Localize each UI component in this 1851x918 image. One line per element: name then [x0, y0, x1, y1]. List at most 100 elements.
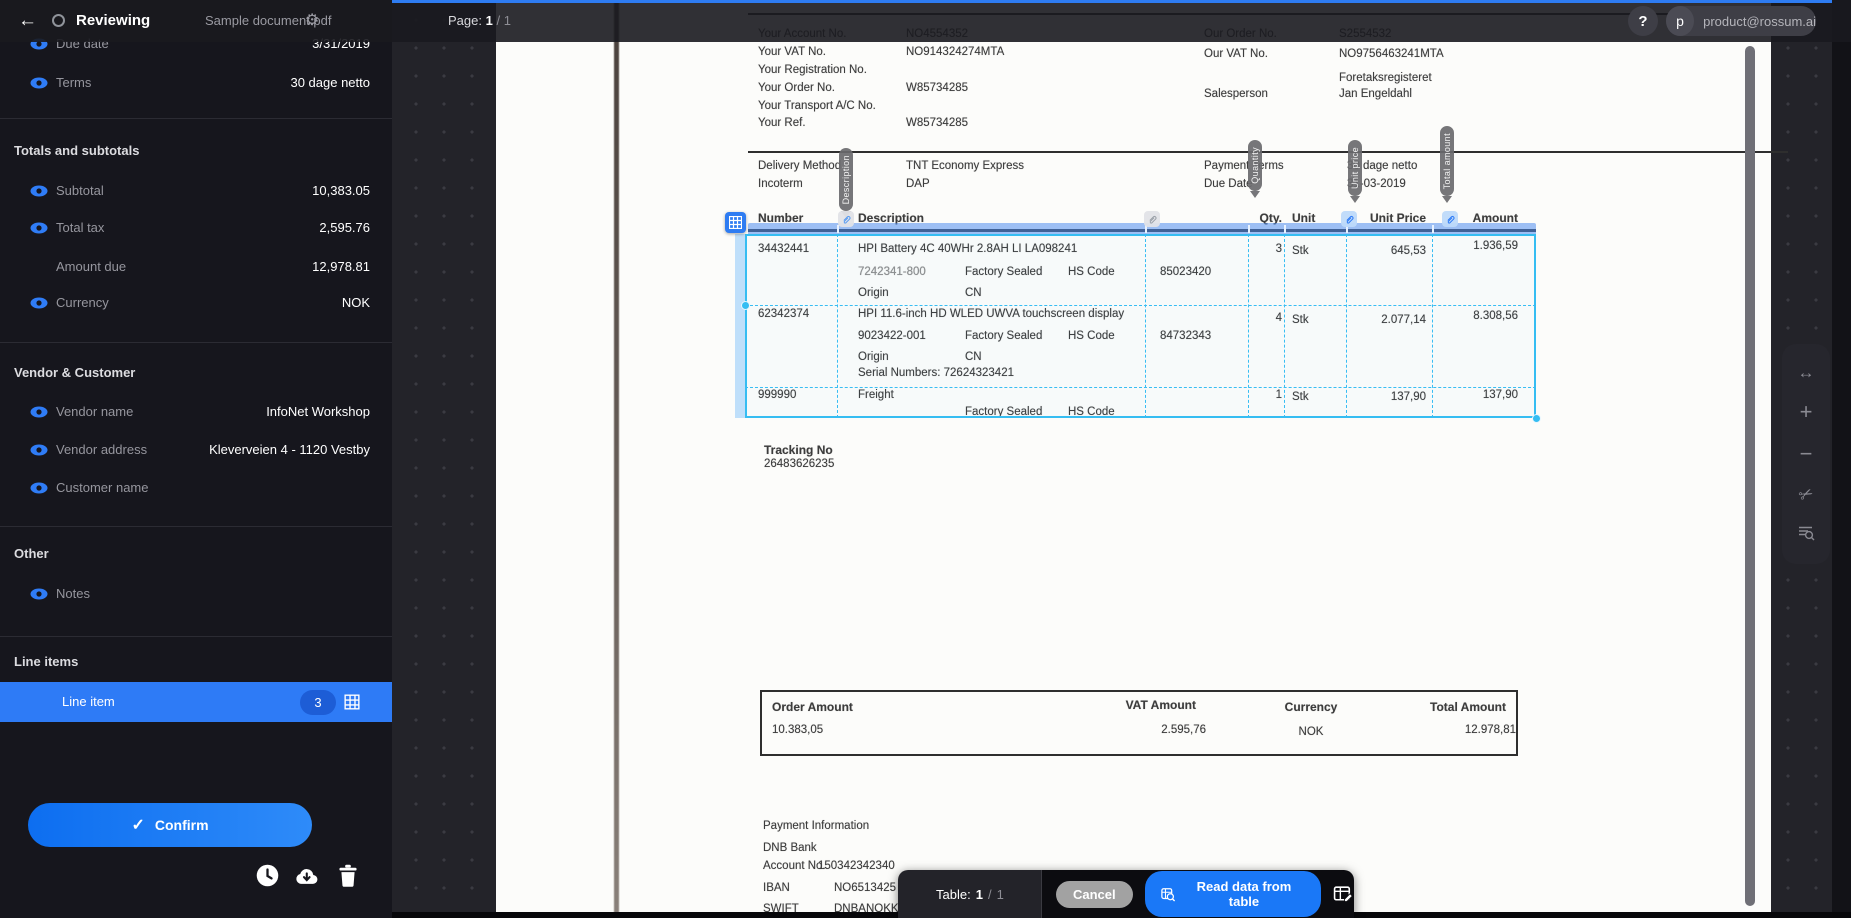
invoice-label: Your Order No.	[758, 82, 835, 94]
payment-iban: NO6513425	[834, 882, 896, 894]
column-chip-quantity[interactable]: Quantity	[1248, 140, 1262, 191]
document-page: Your Account No. NO4554352 Your VAT No. …	[496, 0, 1771, 918]
paperclip-icon[interactable]	[1341, 211, 1357, 227]
field-row-subtotal[interactable]: Subtotal 10,383.05	[0, 177, 392, 205]
table-grid-button[interactable]	[725, 212, 746, 233]
zoom-in-icon[interactable]: +	[1800, 401, 1813, 423]
snip-region-icon[interactable]: ✂	[1796, 483, 1816, 504]
confirm-button[interactable]: ✓ Confirm	[28, 803, 312, 847]
page-separator: /	[496, 13, 500, 28]
page-total: 1	[504, 13, 511, 28]
read-data-label: Read data from table	[1183, 879, 1305, 909]
totals-label: VAT Amount	[1036, 698, 1196, 712]
page-title: Reviewing	[76, 0, 150, 42]
field-row-notes[interactable]: Notes	[0, 580, 392, 608]
field-row-total-tax[interactable]: Total tax 2,595.76	[0, 214, 392, 242]
table-icon[interactable]	[344, 694, 360, 715]
invoice-value: DAP	[906, 178, 930, 190]
paperclip-icon[interactable]	[1442, 211, 1458, 227]
invoice-value: NO914324274MTA	[906, 46, 1004, 58]
column-tick	[1432, 225, 1434, 233]
user-email: product@rossum.ai	[1694, 14, 1816, 29]
field-label: Currency	[56, 289, 109, 317]
field-row-vendor-name[interactable]: Vendor name InfoNet Workshop	[0, 398, 392, 426]
column-separator[interactable]	[837, 234, 838, 418]
search-document-icon[interactable]	[1797, 523, 1815, 544]
invoice-label: Your Transport A/C No.	[758, 100, 876, 112]
row-gutter[interactable]	[735, 234, 745, 418]
table-pager-label: Table:	[936, 887, 971, 902]
row-drag-handle[interactable]	[741, 301, 750, 310]
table-toolbar: Table: 1 / 1 Cancel Read data from table	[898, 870, 1354, 918]
section-heading-other: Other	[14, 546, 49, 561]
invoice-label: Incoterm	[758, 178, 803, 190]
field-value: 2,595.76	[319, 214, 370, 242]
table-pager-current: 1	[976, 887, 983, 902]
check-icon: ✓	[131, 815, 144, 835]
column-chip-unit-price[interactable]: Unit price	[1348, 140, 1362, 196]
row-separator[interactable]	[745, 387, 1536, 388]
resize-handle[interactable]	[1532, 414, 1541, 423]
table-selection-box[interactable]	[745, 234, 1536, 418]
invoice-label: Your VAT No.	[758, 46, 826, 58]
section-heading-line-items: Line items	[14, 654, 78, 669]
cancel-button[interactable]: Cancel	[1056, 881, 1133, 908]
eye-icon	[30, 297, 48, 309]
field-row-terms[interactable]: Terms 30 dage netto	[0, 69, 392, 97]
payment-bank: DNB Bank	[763, 842, 817, 854]
column-chip-total-amount[interactable]: Total amount	[1440, 126, 1454, 196]
vertical-scrollbar[interactable]	[1745, 46, 1755, 906]
field-label: Customer name	[56, 474, 148, 502]
column-separator[interactable]	[1145, 234, 1146, 418]
eye-icon	[30, 222, 48, 234]
read-data-button[interactable]: Read data from table	[1145, 871, 1321, 917]
invoice-label: Your Ref.	[758, 117, 806, 129]
page-indicator: Page: 1 / 1	[448, 0, 511, 42]
totals-value: NOK	[1256, 726, 1366, 738]
read-table-icon	[1161, 887, 1175, 902]
eye-icon	[30, 406, 48, 418]
gear-icon[interactable]: ⚙	[305, 0, 319, 42]
totals-label: Order Amount	[772, 700, 853, 714]
invoice-rule-mid	[748, 151, 1788, 153]
field-value: 30 dage netto	[290, 69, 370, 97]
zoom-out-icon[interactable]: −	[1800, 443, 1813, 465]
column-chip-description[interactable]: Description	[839, 148, 853, 211]
postpone-clock-icon[interactable]	[256, 864, 279, 892]
paperclip-icon[interactable]	[1144, 211, 1160, 227]
field-row-amount-due[interactable]: Amount due 12,978.81	[0, 253, 392, 281]
fields-sidebar: Due date 3/31/2019 Terms 30 dage netto T…	[0, 0, 392, 918]
column-separator[interactable]	[1346, 234, 1347, 418]
field-value: 10,383.05	[312, 177, 370, 205]
payment-account-label: Account No.	[763, 860, 826, 872]
zoom-toolbar: ↔ + − ✂	[1782, 344, 1830, 564]
field-value: NOK	[342, 289, 370, 317]
confirm-label: Confirm	[155, 817, 209, 833]
field-label: Terms	[56, 69, 91, 97]
edit-table-icon[interactable]	[1333, 884, 1354, 905]
row-separator[interactable]	[745, 305, 1536, 306]
trash-icon[interactable]	[338, 864, 358, 892]
back-button[interactable]: ←	[18, 0, 37, 42]
column-separator[interactable]	[1432, 234, 1433, 418]
invoice-value: TNT Economy Express	[906, 160, 1024, 172]
document-viewer: Your Account No. NO4554352 Your VAT No. …	[392, 0, 1851, 918]
help-button[interactable]: ?	[1628, 6, 1658, 36]
paperclip-icon[interactable]	[838, 211, 854, 227]
page-fold-shadow	[614, 0, 619, 918]
page-label: Page:	[448, 13, 482, 28]
invoice-label: Delivery Method	[758, 160, 841, 172]
line-item-row[interactable]: Line item 3	[0, 682, 392, 722]
field-label: Total tax	[56, 214, 104, 242]
field-row-currency[interactable]: Currency NOK	[0, 289, 392, 317]
page-current: 1	[486, 13, 493, 28]
field-row-customer-name[interactable]: Customer name	[0, 474, 392, 502]
user-menu[interactable]: p product@rossum.ai	[1666, 6, 1816, 36]
column-separator[interactable]	[1284, 234, 1285, 418]
table-pager: Table: 1 / 1	[898, 870, 1042, 918]
fit-width-icon[interactable]: ↔	[1798, 364, 1815, 381]
download-cloud-icon[interactable]	[294, 864, 319, 892]
field-row-vendor-address[interactable]: Vendor address Kleverveien 4 - 1120 Vest…	[0, 436, 392, 464]
column-separator[interactable]	[1248, 234, 1249, 418]
section-divider	[0, 342, 392, 343]
